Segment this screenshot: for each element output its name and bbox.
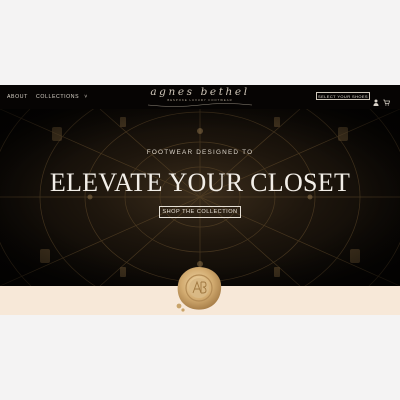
brand-name: agnes bethel — [150, 86, 250, 98]
hero-kicker: FOOTWEAR DESIGNED TO — [146, 149, 254, 156]
nav-collections-link[interactable]: COLLECTIONS ˅ — [36, 94, 88, 100]
hero-title: ELEVATE YOUR CLOSET — [49, 168, 351, 197]
select-your-shoes-button[interactable]: SELECT YOUR SHOES — [316, 92, 370, 100]
chevron-down-icon: ˅ — [84, 94, 88, 100]
wax-seal-icon — [176, 267, 222, 312]
shop-the-collection-button[interactable]: SHOP THE COLLECTION — [159, 206, 241, 218]
user-icon[interactable] — [373, 93, 379, 106]
brand-logo[interactable]: agnes bethel BESPOKE LUXURY FOOTWEAR — [130, 86, 270, 108]
cart-icon[interactable] — [383, 93, 391, 106]
nav-collections-label: COLLECTIONS — [36, 94, 80, 100]
logo-swash — [147, 103, 253, 107]
nav-about-link[interactable]: ABOUT — [7, 94, 28, 100]
